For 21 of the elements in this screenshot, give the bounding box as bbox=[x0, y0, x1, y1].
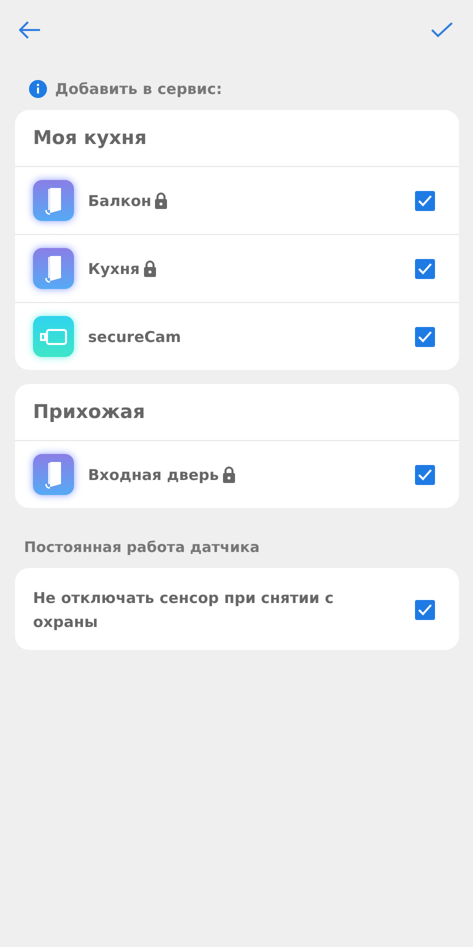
door-icon bbox=[33, 454, 74, 495]
confirm-icon[interactable] bbox=[431, 22, 453, 38]
info-text: Добавить в сервис: bbox=[55, 80, 222, 98]
info-icon bbox=[29, 80, 47, 98]
door-icon bbox=[33, 248, 74, 289]
option-label: Не отключать сенсор при снятии с охраны bbox=[33, 588, 335, 633]
device-name: Входная дверь bbox=[88, 466, 219, 484]
door-icon bbox=[33, 180, 74, 221]
camera-icon bbox=[33, 316, 74, 357]
checkbox[interactable] bbox=[415, 326, 435, 346]
checkbox[interactable] bbox=[415, 190, 435, 210]
checkbox[interactable] bbox=[415, 258, 435, 278]
device-name: Балкон bbox=[88, 192, 152, 210]
device-name: secureCam bbox=[88, 328, 182, 346]
group-title: Прихожая bbox=[33, 401, 146, 423]
group-title: Моя кухня bbox=[33, 127, 147, 149]
checkbox[interactable] bbox=[415, 600, 435, 620]
device-name: Кухня bbox=[88, 260, 140, 278]
checkbox[interactable] bbox=[415, 464, 435, 484]
section-title: Постоянная работа датчика bbox=[24, 540, 260, 556]
back-icon[interactable] bbox=[19, 21, 41, 39]
